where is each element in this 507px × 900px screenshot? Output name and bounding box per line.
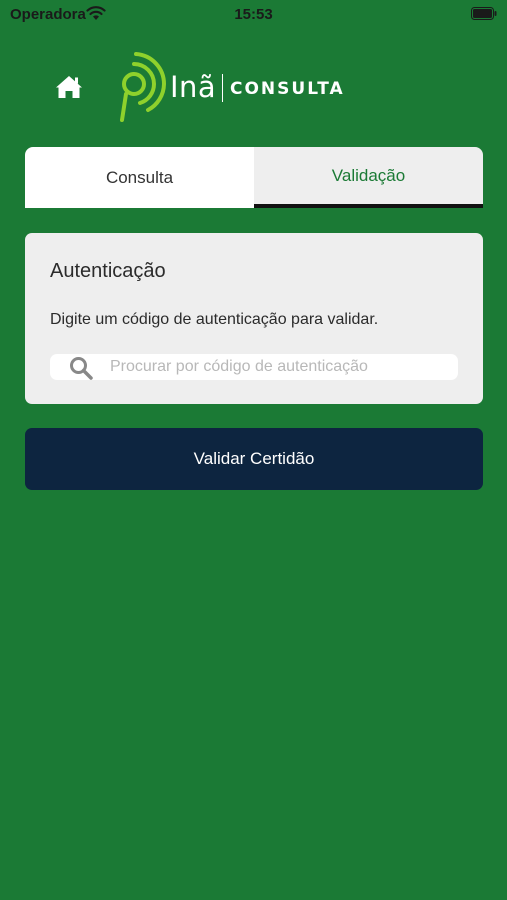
brand-divider [222, 74, 223, 102]
app-header: Inã CONSULTA [0, 44, 507, 128]
search-field[interactable] [50, 354, 458, 380]
card-title: Autenticação [50, 260, 166, 282]
tab-validacao[interactable]: Validação [254, 147, 483, 208]
ina-logo [120, 52, 167, 122]
search-input[interactable] [110, 354, 450, 380]
home-icon[interactable] [54, 74, 84, 100]
tab-bar: Consulta Validação [25, 147, 483, 208]
status-bar: Operadora 15:53 [0, 0, 507, 28]
brand-name: Inã [170, 70, 217, 104]
tab-consulta[interactable]: Consulta [25, 147, 254, 208]
brand-product: CONSULTA [230, 79, 345, 99]
battery-icon [471, 7, 497, 20]
clock: 15:53 [234, 6, 273, 23]
authentication-card: Autenticação Digite um código de autenti… [25, 233, 483, 404]
search-icon [70, 357, 93, 380]
validate-button[interactable]: Validar Certidão [25, 428, 483, 490]
card-description: Digite um código de autenticação para va… [50, 311, 379, 328]
